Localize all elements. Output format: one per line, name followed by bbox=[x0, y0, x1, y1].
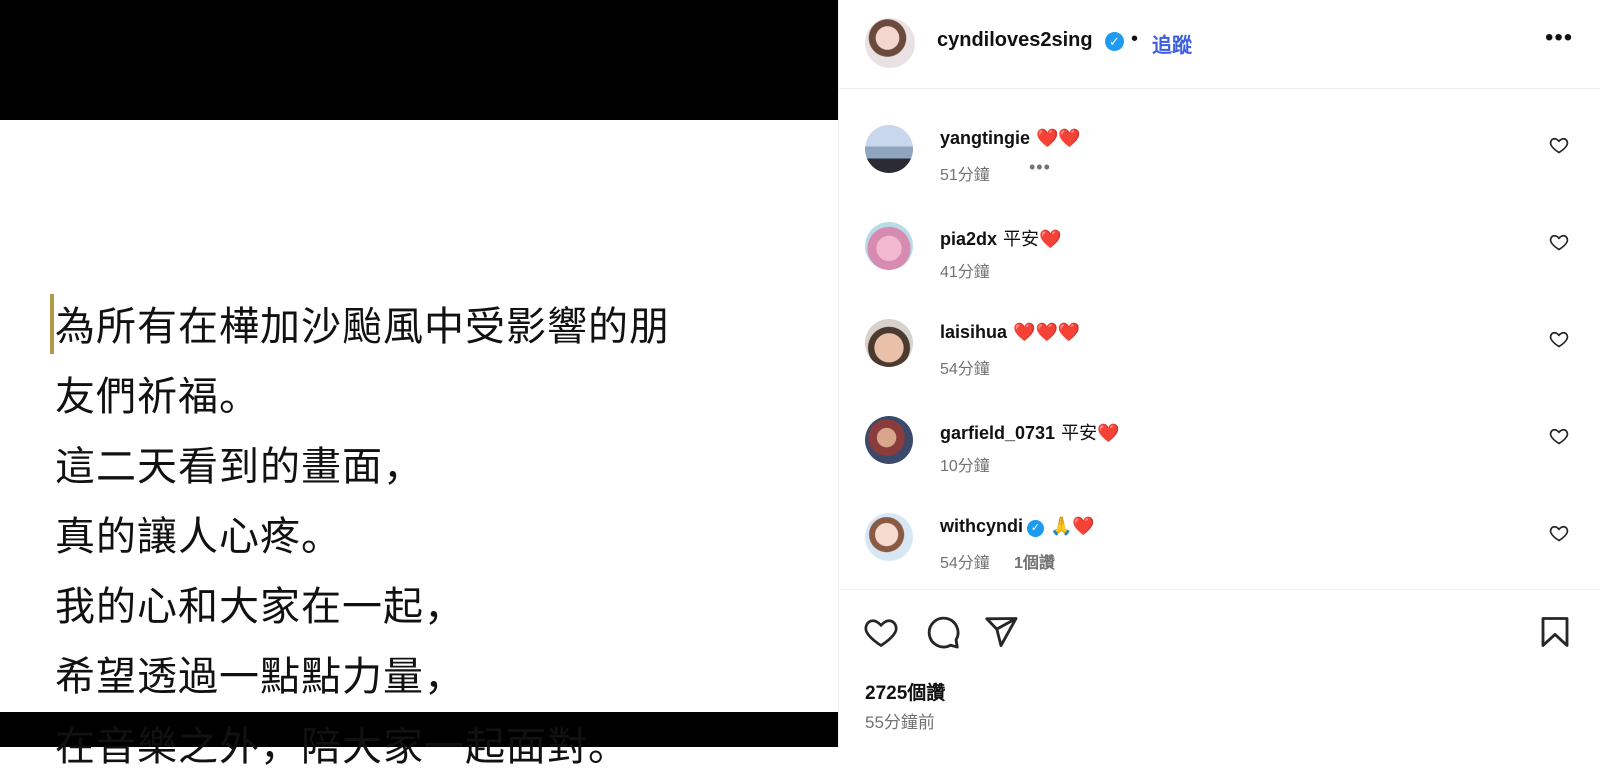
comment-item: garfield_0731 平安❤️ 10分鐘 bbox=[839, 380, 1600, 476]
comment-time: 54分鐘 bbox=[940, 555, 990, 572]
post-text-line: 這二天看到的畫面， bbox=[55, 444, 424, 490]
post-media[interactable]: 為所有在樺加沙颱風中受影響的朋 友們祈福。 這二天看到的畫面， 真的讓人心疼。 … bbox=[0, 0, 838, 770]
post-text-line: 在音樂之外，陪大家一起面對。 bbox=[55, 724, 629, 770]
post-actions: 2725個讚 55分鐘前 bbox=[839, 589, 1600, 748]
comment-like-heart-icon[interactable] bbox=[1549, 232, 1569, 252]
post-side-panel: cyndiloves2sing ✓ • 追蹤 ••• yangtingie ❤️❤… bbox=[838, 0, 1600, 747]
comment-item: yangtingie ❤️❤️ 51分鐘 ••• bbox=[839, 89, 1600, 185]
comment-icon[interactable] bbox=[925, 614, 961, 650]
post-image-text: 為所有在樺加沙颱風中受影響的朋 友們祈福。 這二天看到的畫面， 真的讓人心疼。 … bbox=[55, 292, 670, 782]
comment-likes-count[interactable]: 1個讚 bbox=[1014, 549, 1055, 573]
verified-badge-icon: ✓ bbox=[1105, 32, 1124, 51]
commenter-avatar[interactable] bbox=[865, 319, 913, 367]
post-image: 為所有在樺加沙颱風中受影響的朋 友們祈福。 這二天看到的畫面， 真的讓人心疼。 … bbox=[0, 120, 838, 770]
post-header: cyndiloves2sing ✓ • 追蹤 ••• bbox=[839, 0, 1600, 89]
comment-like-heart-icon[interactable] bbox=[1549, 329, 1569, 349]
post-likes-count[interactable]: 2725個讚 bbox=[865, 678, 945, 705]
post-text-line: 為所有在樺加沙颱風中受影響的朋 bbox=[55, 304, 670, 350]
more-options-button[interactable]: ••• bbox=[1545, 24, 1573, 52]
comment-text: ❤️❤️ bbox=[1036, 128, 1081, 148]
text-cursor bbox=[50, 294, 54, 354]
comment-like-heart-icon[interactable] bbox=[1549, 135, 1569, 155]
follow-button[interactable]: 追蹤 bbox=[1152, 29, 1192, 58]
commenter-avatar[interactable] bbox=[865, 513, 913, 561]
post-text-line: 真的讓人心疼。 bbox=[55, 514, 342, 560]
commenter-username[interactable]: withcyndi bbox=[940, 516, 1023, 536]
comment-item: laisihua ❤️❤️❤️ 54分鐘 bbox=[839, 283, 1600, 379]
comment-text: 🙏❤️ bbox=[1050, 516, 1095, 536]
heart-icon[interactable] bbox=[863, 614, 899, 650]
commenter-avatar[interactable] bbox=[865, 416, 913, 464]
comment-time: 41分鐘 bbox=[940, 264, 990, 281]
commenter-username[interactable]: yangtingie bbox=[940, 128, 1030, 148]
comment-time: 51分鐘 bbox=[940, 167, 990, 184]
send-icon[interactable] bbox=[983, 614, 1019, 650]
comment-like-heart-icon[interactable] bbox=[1549, 523, 1569, 543]
comment-more-button[interactable]: ••• bbox=[1029, 157, 1051, 178]
comment-text: ❤️❤️❤️ bbox=[1013, 322, 1081, 342]
commenter-username[interactable]: pia2dx bbox=[940, 229, 997, 249]
commenter-username[interactable]: garfield_0731 bbox=[940, 423, 1055, 443]
commenter-username[interactable]: laisihua bbox=[940, 322, 1007, 342]
commenter-avatar[interactable] bbox=[865, 125, 913, 173]
separator-dot: • bbox=[1131, 28, 1139, 50]
author-username[interactable]: cyndiloves2sing bbox=[937, 29, 1093, 52]
comment-item: pia2dx 平安❤️ 41分鐘 bbox=[839, 186, 1600, 282]
comment-like-heart-icon[interactable] bbox=[1549, 426, 1569, 446]
comment-time: 54分鐘 bbox=[940, 361, 990, 378]
commenter-avatar[interactable] bbox=[865, 222, 913, 270]
comment-list[interactable]: yangtingie ❤️❤️ 51分鐘 ••• pia2dx 平安❤️ 41分鐘 … bbox=[839, 89, 1600, 589]
comment-text: 平安❤️ bbox=[1003, 229, 1062, 249]
comment-time: 10分鐘 bbox=[940, 458, 990, 475]
comment-text: 平安❤️ bbox=[1061, 423, 1120, 443]
post-text-line: 我的心和大家在一起， bbox=[55, 584, 465, 630]
bookmark-icon[interactable] bbox=[1537, 614, 1573, 650]
post-text-line: 希望透過一點點力量， bbox=[55, 654, 465, 700]
post-timestamp[interactable]: 55分鐘前 bbox=[865, 708, 935, 733]
verified-badge-icon: ✓ bbox=[1027, 520, 1045, 537]
author-avatar[interactable] bbox=[865, 18, 915, 68]
post-text-line: 友們祈福。 bbox=[55, 374, 260, 420]
comment-item: withcyndi ✓ 🙏❤️ 54分鐘 1個讚 bbox=[839, 477, 1600, 573]
